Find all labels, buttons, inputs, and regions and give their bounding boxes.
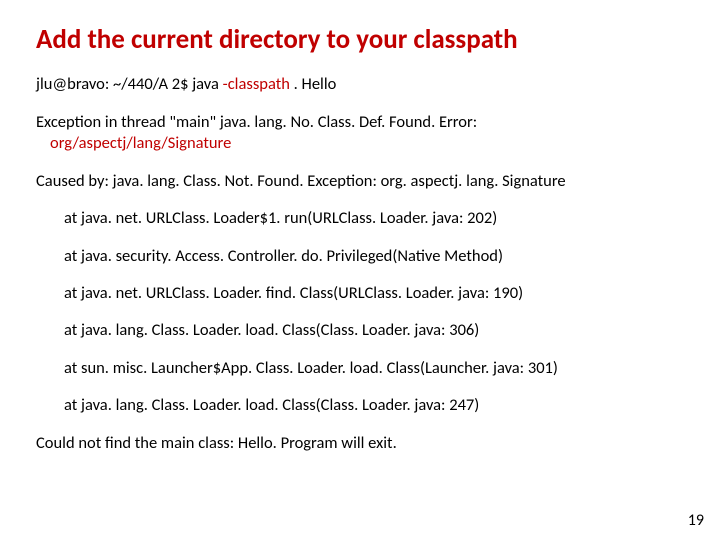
- stack-trace-line: at sun. misc. Launcher$App. Class. Loade…: [64, 358, 688, 379]
- stack-trace-line: at java. net. URLClass. Loader. find. Cl…: [64, 283, 688, 304]
- slide-container: Add the current directory to your classp…: [0, 0, 720, 540]
- stack-trace-line: at java. security. Access. Controller. d…: [64, 246, 688, 267]
- command-line: jlu@bravo: ~/440/A 2$ java -classpath . …: [36, 74, 688, 95]
- prompt-text: jlu@bravo: ~/440/A 2$ java: [36, 74, 223, 94]
- stack-trace-line: at java. lang. Class. Loader. load. Clas…: [64, 320, 688, 341]
- page-number: 19: [688, 511, 704, 530]
- caused-by-line: Caused by: java. lang. Class. Not. Found…: [36, 171, 688, 192]
- stack-trace-line: at java. net. URLClass. Loader$1. run(UR…: [64, 208, 688, 229]
- page-title: Add the current directory to your classp…: [36, 24, 688, 56]
- exception-signature: org/aspectj/lang/Signature: [50, 133, 231, 154]
- stack-trace-line: at java. lang. Class. Loader. load. Clas…: [64, 395, 688, 416]
- exception-line: Exception in thread "main" java. lang. N…: [36, 112, 688, 155]
- cmd-rest: . Hello: [294, 74, 337, 94]
- footer-line: Could not find the main class: Hello. Pr…: [36, 433, 688, 454]
- exception-head: Exception in thread "main" java. lang. N…: [36, 112, 477, 132]
- flag-text: -classpath: [223, 74, 294, 94]
